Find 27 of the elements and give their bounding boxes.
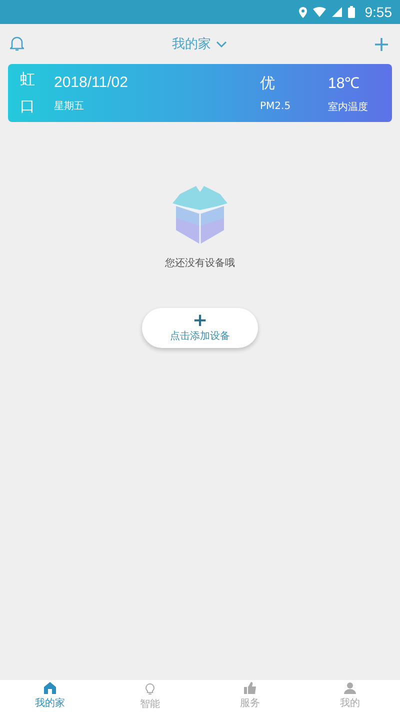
caret-icon [216,40,227,48]
signal-icon [332,7,342,17]
empty-message: 您还没有设备哦 [165,256,235,270]
temperature-label: 室内温度 [328,100,369,114]
weekday-text: 星期五 [54,100,85,112]
nav-tab[interactable]: 服务 [200,680,300,712]
nav-tab[interactable]: 智能 [100,680,200,712]
air-quality-value: 优 [260,74,276,93]
bell-icon[interactable] [10,36,24,52]
nav-tab[interactable]: 我的 [300,680,400,712]
battery-icon [348,6,355,18]
person-icon [344,682,356,694]
nav-tab[interactable]: 我的家 [0,680,100,712]
add-device-button[interactable]: + 点击添加设备 [142,308,258,348]
thumbs-up-icon [244,682,256,694]
light-bulb-icon [144,682,156,694]
add-icon[interactable] [375,38,388,50]
location-icon [298,6,307,18]
wifi-icon [312,7,326,17]
house-icon [44,682,56,694]
status-time: 9:55 [364,4,392,20]
temperature-value: 18℃ [328,74,361,92]
city-text: 虹 [20,70,36,89]
date-text: 2018/11/02 [54,74,129,90]
air-quality-label: PM2.5 [260,101,292,112]
home-selector[interactable]: 我的家 [172,35,227,53]
city-text: 口 [20,97,36,116]
